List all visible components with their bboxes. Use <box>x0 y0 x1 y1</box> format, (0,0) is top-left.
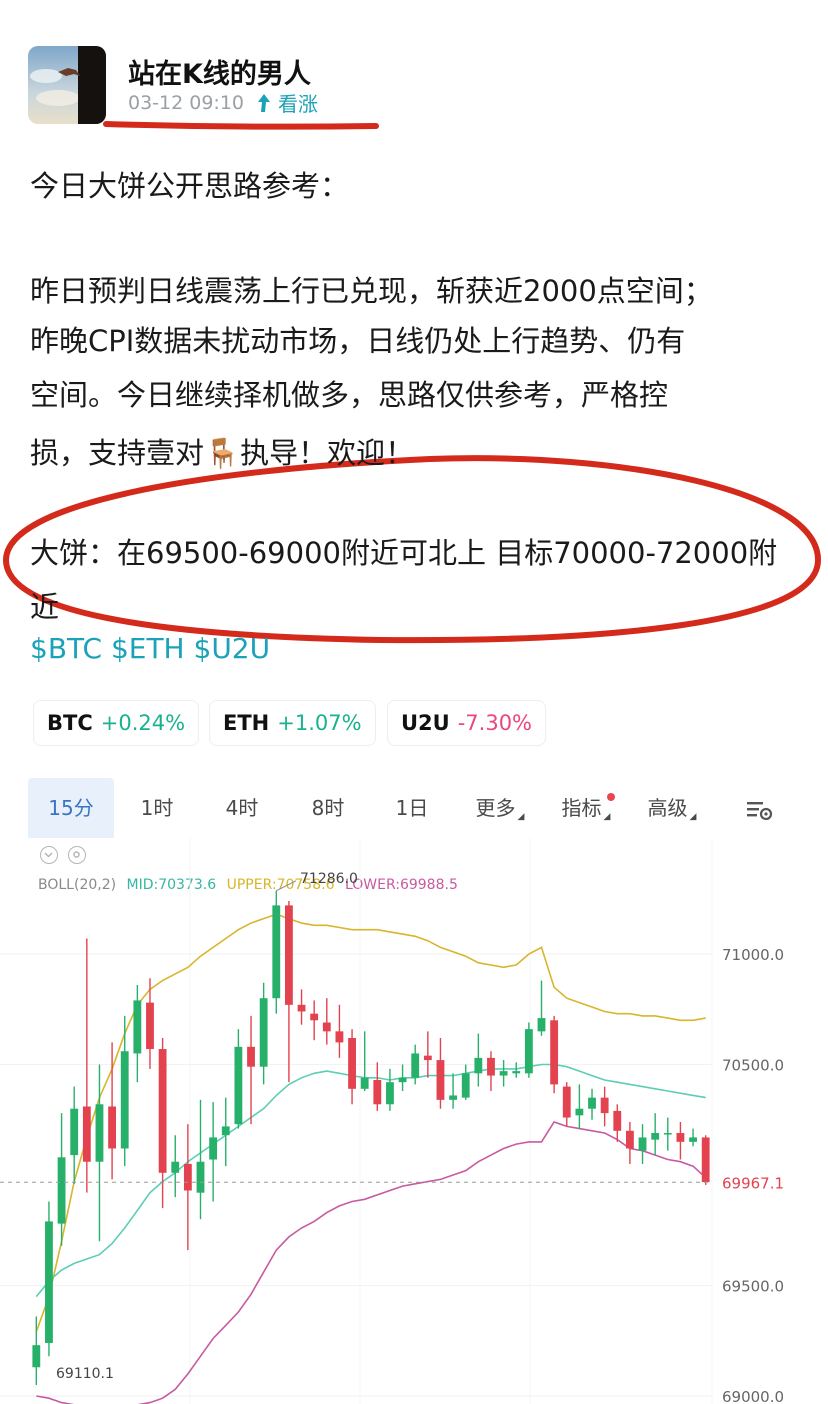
low-price-label: 69110.1 <box>56 1366 114 1382</box>
candle-body <box>550 1020 559 1085</box>
candle-body <box>297 1004 306 1012</box>
candle-body <box>70 1108 79 1156</box>
boll-lower-line <box>36 1121 707 1404</box>
coin-change: -7.30% <box>457 711 533 735</box>
candle-body <box>588 1097 596 1109</box>
candle-body <box>247 1046 255 1067</box>
candle-body <box>95 1104 104 1162</box>
dropdown-corner-icon: ◢ <box>603 812 611 822</box>
tab-indicators-label: 指标 <box>561 796 602 820</box>
candle-body <box>524 1029 533 1074</box>
candle-body <box>171 1161 180 1173</box>
candle-body <box>284 905 293 1005</box>
candle-body <box>322 1022 331 1032</box>
candle-body <box>474 1057 483 1074</box>
candle-body <box>32 1345 41 1368</box>
candle-body <box>423 1055 432 1061</box>
tab-indicators[interactable]: 指标 ◢ <box>544 778 628 838</box>
tab-8h[interactable]: 8时 <box>290 778 366 838</box>
dropdown-corner-icon: ◢ <box>689 812 697 822</box>
candle-body <box>461 1073 470 1098</box>
candle-body <box>196 1161 205 1193</box>
candle-body <box>133 1000 142 1054</box>
y-tick-label: 69500.0 <box>722 1278 784 1296</box>
candlestick-chart[interactable]: 71000.0 70500.0 69500.0 69000.0 69967.1 71286… <box>0 838 828 1404</box>
candle-body <box>625 1130 634 1149</box>
high-pointer <box>276 880 297 892</box>
post-line: 今日大饼公开思路参考： <box>30 169 350 203</box>
post-line: 损，支持壹对🪑执导！欢迎！ <box>30 436 415 470</box>
tab-1d[interactable]: 1日 <box>374 778 450 838</box>
coin-symbol: BTC <box>47 711 93 735</box>
post-line: 昨晚CPI数据未扰动市场，日线仍处上行趋势、仍有 <box>30 324 686 358</box>
candle-body <box>663 1133 672 1135</box>
candle-body <box>386 1082 394 1105</box>
candle-body <box>335 1031 344 1043</box>
coin-pill-eth[interactable]: ETH +1.07% <box>209 700 376 746</box>
candle-body <box>57 1157 66 1224</box>
candle-body <box>449 1095 458 1100</box>
candle-body <box>209 1137 218 1160</box>
coin-change: +0.24% <box>100 711 186 735</box>
y-tick-label: 69000.0 <box>722 1388 784 1404</box>
candle-body <box>82 1106 91 1162</box>
chart-settings-button[interactable] <box>734 778 784 838</box>
coin-pill-btc[interactable]: BTC +0.24% <box>33 700 200 746</box>
candle-body <box>183 1163 192 1191</box>
tab-more-label: 更多 <box>475 796 516 820</box>
candle-body <box>373 1079 382 1105</box>
candle-body <box>158 1049 167 1173</box>
candle-body <box>638 1137 647 1151</box>
dropdown-corner-icon: ◢ <box>517 812 525 822</box>
candle-body <box>575 1108 584 1116</box>
candle-body <box>512 1071 521 1074</box>
list-settings-icon <box>747 801 773 820</box>
high-price-label: 71286.0 <box>300 871 358 887</box>
y-tick-label: 71000.0 <box>722 946 784 964</box>
candle-body <box>221 1126 230 1136</box>
candle-body <box>234 1046 243 1125</box>
candle-body <box>701 1137 710 1183</box>
candle-body <box>613 1110 622 1131</box>
candle-body <box>360 1077 369 1089</box>
tab-15m[interactable]: 15分 <box>28 778 114 838</box>
y-tick-label: 70500.0 <box>722 1057 784 1075</box>
candle-body <box>411 1053 420 1078</box>
post-line: 大饼：在69500-69000附近可北上 目标70000-72000附 <box>30 536 778 570</box>
candle-body <box>436 1060 445 1100</box>
candle-body <box>487 1057 495 1076</box>
coin-symbol: ETH <box>223 711 270 735</box>
candle-body <box>146 1002 154 1050</box>
coin-change: +1.07% <box>277 711 362 735</box>
candle-body <box>537 1018 546 1032</box>
candle-body <box>398 1077 407 1083</box>
tab-advanced-label: 高级 <box>647 796 688 820</box>
candle-body <box>108 1106 117 1149</box>
candle-body <box>600 1097 609 1114</box>
tab-advanced[interactable]: 高级 ◢ <box>630 778 714 838</box>
last-price-label: 69967.1 <box>722 1174 784 1192</box>
post-line: 近 <box>30 590 60 624</box>
coin-pill-u2u[interactable]: U2U -7.30% <box>387 700 547 746</box>
notification-dot <box>607 793 615 801</box>
post-line: 空间。今日继续择机做多，思路仅供参考，严格控 <box>30 378 669 412</box>
annotation-underline <box>103 121 379 130</box>
candle-body <box>259 998 268 1067</box>
chart-interval-tabs: 15分 1时 4时 8时 1日 更多 ◢ 指标 ◢ 高级 ◢ <box>28 778 800 838</box>
tab-more[interactable]: 更多 ◢ <box>458 778 542 838</box>
candle-body <box>348 1037 356 1089</box>
candle-body <box>45 1221 53 1343</box>
tab-4h[interactable]: 4时 <box>204 778 280 838</box>
coin-symbol: U2U <box>401 711 450 735</box>
candle-body <box>676 1133 685 1142</box>
tab-1h[interactable]: 1时 <box>120 778 194 838</box>
hashtags-link[interactable]: $BTC $ETH $U2U <box>30 632 270 665</box>
candle-body <box>689 1137 697 1142</box>
candle-body <box>120 1051 129 1149</box>
candle-body <box>272 905 281 999</box>
candle-body <box>499 1071 508 1076</box>
candle-body <box>651 1133 660 1140</box>
candle-body <box>562 1086 571 1118</box>
candle-body <box>310 1013 319 1021</box>
